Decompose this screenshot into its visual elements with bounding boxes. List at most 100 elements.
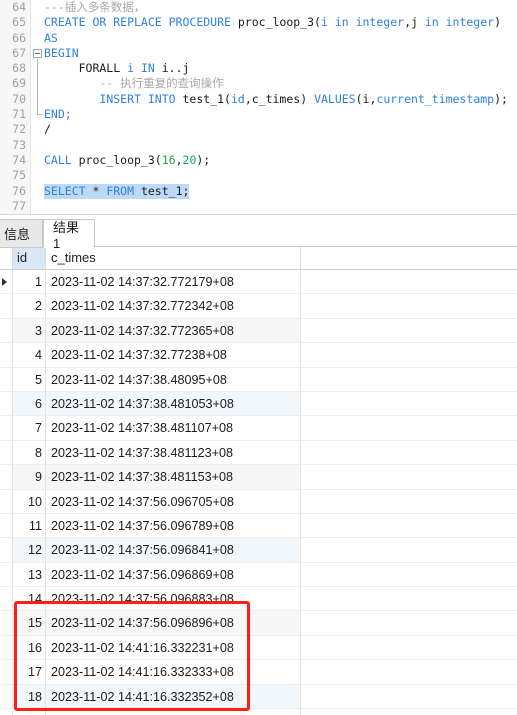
- cell-c-times[interactable]: 2023-11-02 14:41:16.332352+08: [46, 685, 301, 708]
- row-marker-cell[interactable]: [0, 465, 13, 488]
- cell-id[interactable]: 11: [13, 514, 46, 537]
- cell-c-times[interactable]: 2023-11-02 14:37:38.481123+08: [46, 441, 301, 464]
- cell-id[interactable]: 1: [13, 270, 46, 293]
- table-row[interactable]: 42023-11-02 14:37:32.77238+08: [0, 343, 517, 367]
- code-line[interactable]: 68 FORALL i IN i..j: [0, 61, 517, 76]
- row-marker-cell[interactable]: [0, 416, 13, 439]
- code-line[interactable]: 75: [0, 168, 517, 183]
- tab-result-1[interactable]: 结果 1: [43, 219, 95, 248]
- row-marker-cell[interactable]: [0, 514, 13, 537]
- result-grid-body[interactable]: 12023-11-02 14:37:32.772179+0822023-11-0…: [0, 270, 517, 715]
- table-row[interactable]: 182023-11-02 14:41:16.332352+08: [0, 685, 517, 709]
- cell-id[interactable]: 3: [13, 319, 46, 342]
- row-marker-cell[interactable]: [0, 563, 13, 586]
- tab-info[interactable]: 信息: [0, 219, 43, 248]
- code-line[interactable]: 69 -- 执行重复的查询操作: [0, 76, 517, 91]
- cell-id[interactable]: 19: [13, 709, 46, 715]
- cell-id[interactable]: 9: [13, 465, 46, 488]
- cell-id[interactable]: 12: [13, 538, 46, 561]
- cell-c-times[interactable]: 2023-11-02 14:37:56.096841+08: [46, 538, 301, 561]
- cell-id[interactable]: 10: [13, 490, 46, 513]
- table-row[interactable]: 102023-11-02 14:37:56.096705+08: [0, 490, 517, 514]
- cell-c-times[interactable]: 2023-11-02 14:37:56.096896+08: [46, 611, 301, 634]
- cell-c-times[interactable]: 2023-11-02 14:37:56.096789+08: [46, 514, 301, 537]
- row-marker-cell[interactable]: [0, 538, 13, 561]
- result-tab-bar[interactable]: 信息 结果 1: [0, 214, 517, 247]
- cell-c-times[interactable]: 2023-11-02 14:37:56.096869+08: [46, 563, 301, 586]
- table-row[interactable]: 82023-11-02 14:37:38.481123+08: [0, 441, 517, 465]
- cell-c-times[interactable]: 2023-11-02 14:37:56.096883+08: [46, 587, 301, 610]
- table-row[interactable]: 122023-11-02 14:37:56.096841+08: [0, 538, 517, 562]
- row-marker-cell[interactable]: [0, 319, 13, 342]
- row-marker-cell[interactable]: [0, 368, 13, 391]
- code-line[interactable]: 70 INSERT INTO test_1(id,c_times) VALUES…: [0, 92, 517, 107]
- cell-c-times[interactable]: 2023-11-02 14:37:38.48095+08: [46, 368, 301, 391]
- cell-c-times[interactable]: 2023-11-02 14:37:32.772342+08: [46, 294, 301, 317]
- code-line[interactable]: 65CREATE OR REPLACE PROCEDURE proc_loop_…: [0, 15, 517, 30]
- row-marker-cell[interactable]: [0, 441, 13, 464]
- editor-code-area[interactable]: 64---插入多条数据，65CREATE OR REPLACE PROCEDUR…: [0, 0, 517, 214]
- cell-id[interactable]: 2: [13, 294, 46, 317]
- code-line[interactable]: 74CALL proc_loop_3(16,20);: [0, 153, 517, 168]
- cell-id[interactable]: 13: [13, 563, 46, 586]
- cell-c-times[interactable]: 2023-11-02 14:37:38.481107+08: [46, 416, 301, 439]
- table-row[interactable]: 52023-11-02 14:37:38.48095+08: [0, 368, 517, 392]
- cell-id[interactable]: 18: [13, 685, 46, 708]
- table-row[interactable]: 172023-11-02 14:41:16.332333+08: [0, 660, 517, 684]
- cell-id[interactable]: 4: [13, 343, 46, 366]
- row-marker-cell[interactable]: [0, 490, 13, 513]
- row-marker-cell[interactable]: [0, 343, 13, 366]
- cell-c-times[interactable]: 2023-11-02 14:37:32.772179+08: [46, 270, 301, 293]
- table-row[interactable]: 22023-11-02 14:37:32.772342+08: [0, 294, 517, 318]
- table-row[interactable]: 32023-11-02 14:37:32.772365+08: [0, 319, 517, 343]
- code-line[interactable]: 67BEGIN: [0, 46, 517, 61]
- result-grid[interactable]: id c_times 12023-11-02 14:37:32.772179+0…: [0, 247, 517, 715]
- code-line[interactable]: 72/: [0, 122, 517, 137]
- row-marker-cell[interactable]: [0, 636, 13, 659]
- row-marker-cell[interactable]: [0, 660, 13, 683]
- cell-c-times[interactable]: 2023-11-02 14:37:38.481053+08: [46, 392, 301, 415]
- row-marker-cell[interactable]: [0, 392, 13, 415]
- cell-c-times[interactable]: 2023-11-02 14:41:16.332366+08: [46, 709, 301, 715]
- code-fold-toggle-icon[interactable]: [33, 49, 42, 58]
- table-row[interactable]: 152023-11-02 14:37:56.096896+08: [0, 611, 517, 635]
- code-line[interactable]: 64---插入多条数据，: [0, 0, 517, 15]
- table-row[interactable]: 12023-11-02 14:37:32.772179+08: [0, 270, 517, 294]
- cell-id[interactable]: 8: [13, 441, 46, 464]
- row-marker-cell[interactable]: [0, 709, 13, 715]
- table-row[interactable]: 62023-11-02 14:37:38.481053+08: [0, 392, 517, 416]
- cell-id[interactable]: 17: [13, 660, 46, 683]
- code-line[interactable]: 76SELECT * FROM test_1;: [0, 184, 517, 199]
- cell-id[interactable]: 16: [13, 636, 46, 659]
- cell-id[interactable]: 15: [13, 611, 46, 634]
- cell-c-times[interactable]: 2023-11-02 14:37:32.77238+08: [46, 343, 301, 366]
- code-line[interactable]: 66AS: [0, 31, 517, 46]
- row-marker-cell[interactable]: [0, 270, 13, 293]
- code-line[interactable]: 77: [0, 199, 517, 214]
- code-line[interactable]: 73: [0, 138, 517, 153]
- code-token: current_timestamp: [376, 92, 494, 106]
- code-line[interactable]: 71END;: [0, 107, 517, 122]
- row-marker-cell[interactable]: [0, 685, 13, 708]
- cell-c-times[interactable]: 2023-11-02 14:37:38.481153+08: [46, 465, 301, 488]
- cell-id[interactable]: 5: [13, 368, 46, 391]
- table-row[interactable]: 192023-11-02 14:41:16.332366+08: [0, 709, 517, 715]
- column-header-id[interactable]: id: [13, 247, 46, 269]
- table-row[interactable]: 112023-11-02 14:37:56.096789+08: [0, 514, 517, 538]
- table-row[interactable]: 72023-11-02 14:37:38.481107+08: [0, 416, 517, 440]
- cell-id[interactable]: 6: [13, 392, 46, 415]
- cell-c-times[interactable]: 2023-11-02 14:41:16.332231+08: [46, 636, 301, 659]
- table-row[interactable]: 132023-11-02 14:37:56.096869+08: [0, 563, 517, 587]
- cell-c-times[interactable]: 2023-11-02 14:37:56.096705+08: [46, 490, 301, 513]
- cell-c-times[interactable]: 2023-11-02 14:41:16.332333+08: [46, 660, 301, 683]
- cell-c-times[interactable]: 2023-11-02 14:37:32.772365+08: [46, 319, 301, 342]
- row-marker-cell[interactable]: [0, 611, 13, 634]
- cell-id[interactable]: 7: [13, 416, 46, 439]
- table-row[interactable]: 162023-11-02 14:41:16.332231+08: [0, 636, 517, 660]
- table-row[interactable]: 92023-11-02 14:37:38.481153+08: [0, 465, 517, 489]
- sql-editor[interactable]: 64---插入多条数据，65CREATE OR REPLACE PROCEDUR…: [0, 0, 517, 214]
- table-row[interactable]: 142023-11-02 14:37:56.096883+08: [0, 587, 517, 611]
- cell-id[interactable]: 14: [13, 587, 46, 610]
- row-marker-cell[interactable]: [0, 294, 13, 317]
- row-marker-cell[interactable]: [0, 587, 13, 610]
